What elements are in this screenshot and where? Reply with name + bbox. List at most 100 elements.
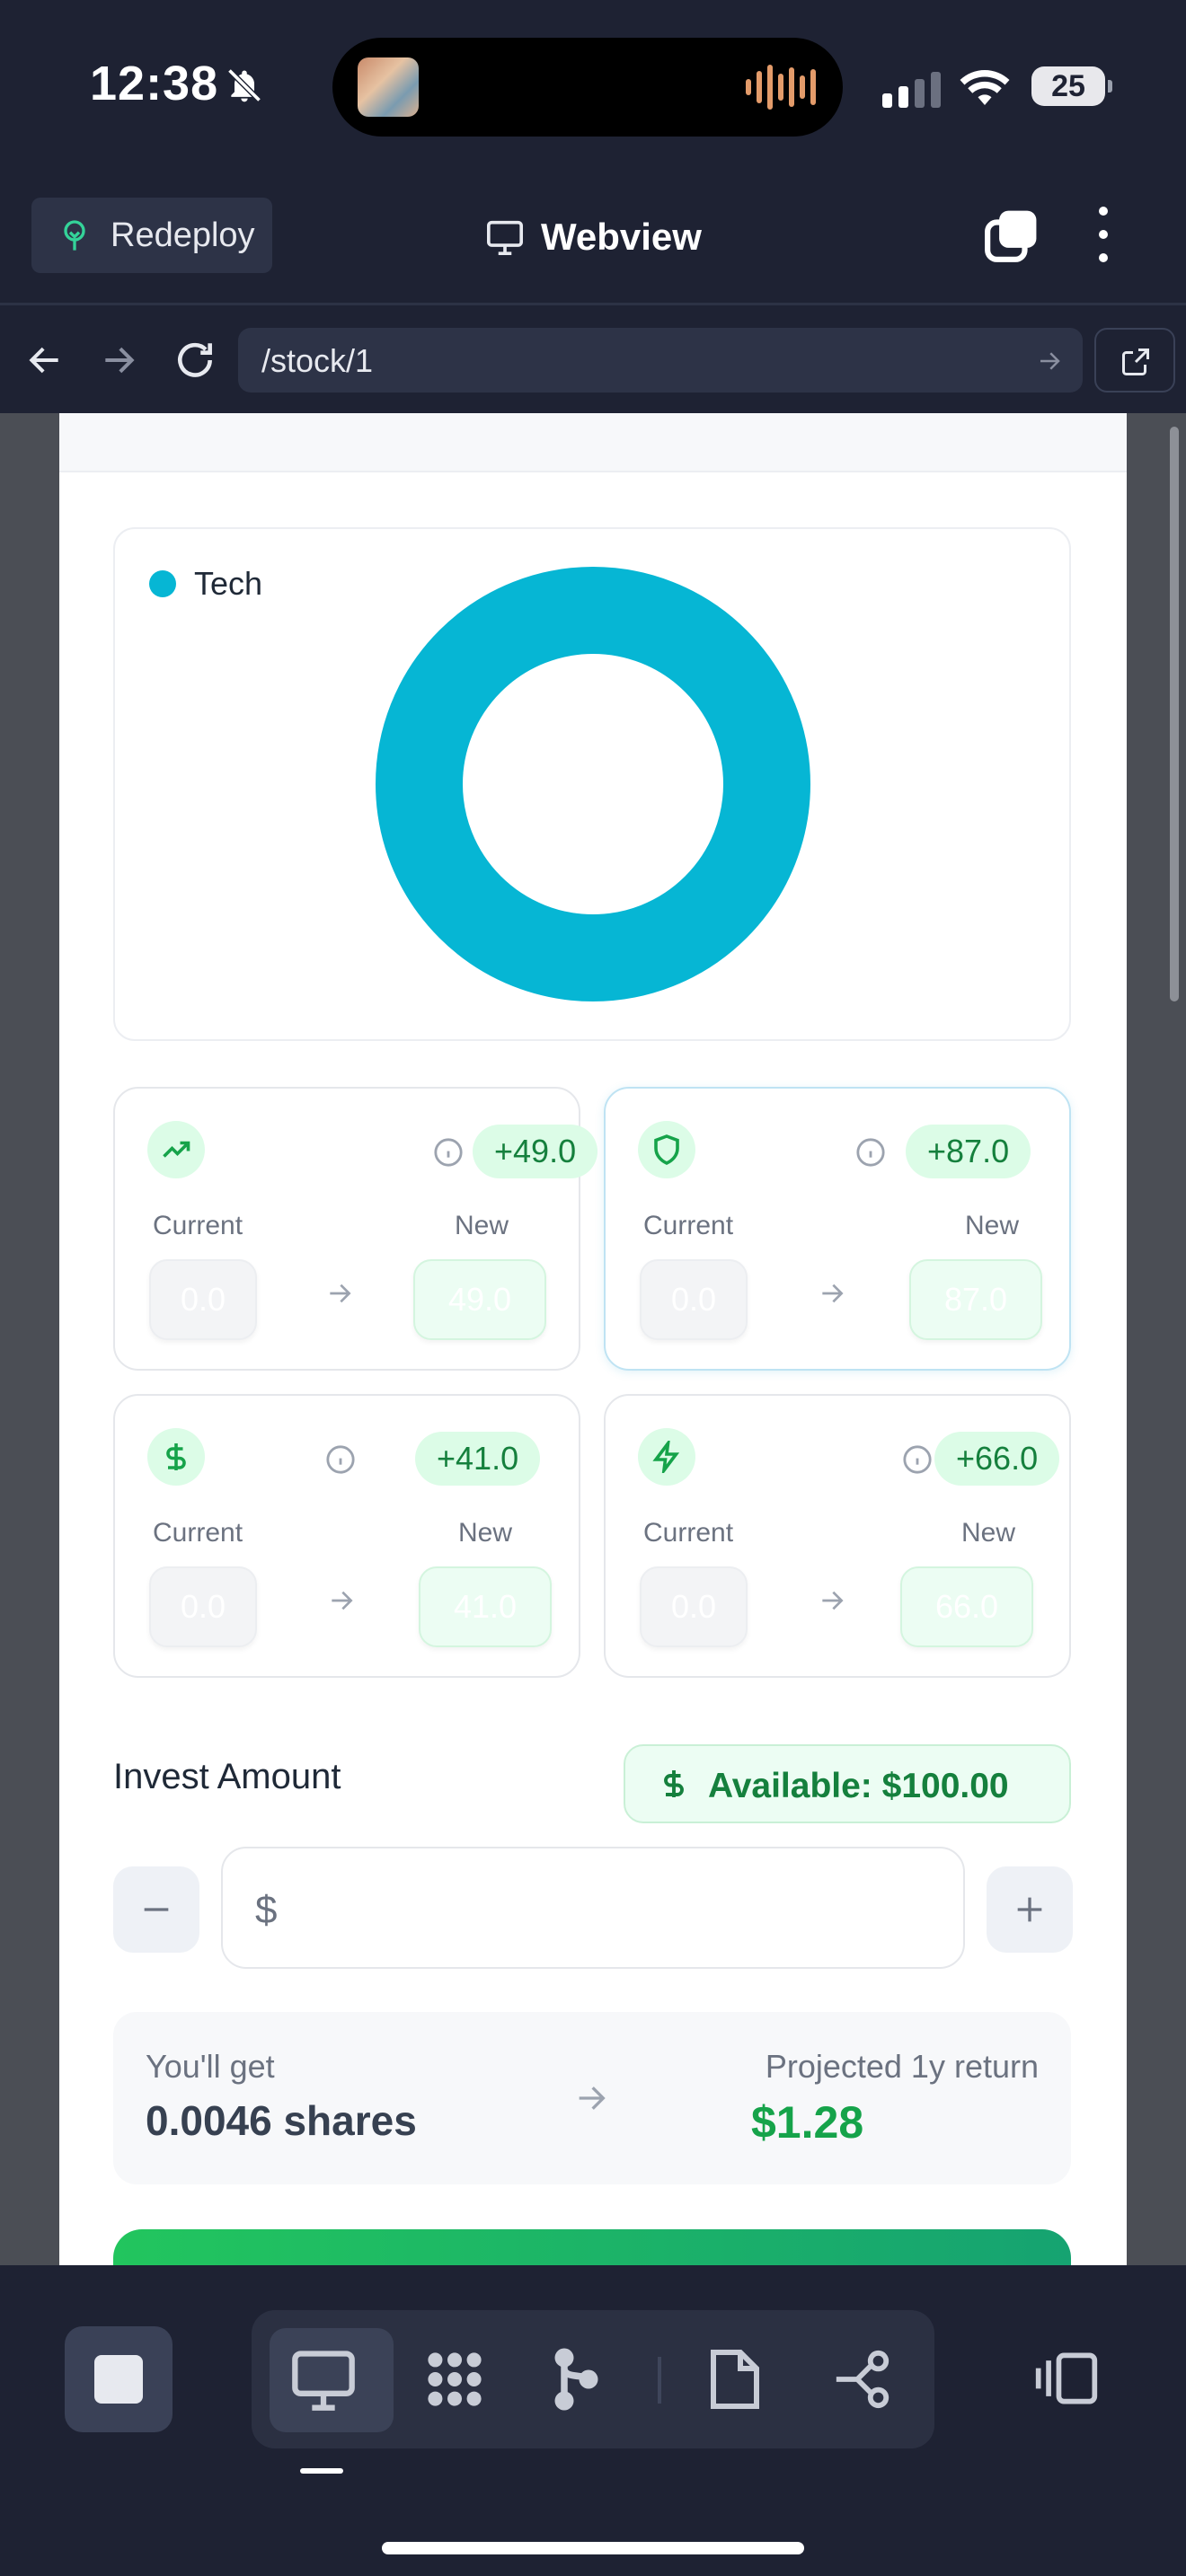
new-value: 66.0 <box>900 1566 1033 1647</box>
shield-icon <box>638 1121 695 1178</box>
donut-slice-tech[interactable] <box>376 567 810 1001</box>
current-value: 0.0 <box>640 1566 748 1647</box>
bottom-toolbar <box>0 2265 1186 2576</box>
flow-icon[interactable] <box>830 2348 895 2411</box>
webview-title-text: Webview <box>541 216 702 258</box>
increase-amount-button[interactable] <box>987 1866 1073 1953</box>
available-text: Available: $100.00 <box>708 1767 1009 1805</box>
document-icon[interactable] <box>708 2346 762 2413</box>
info-icon[interactable] <box>902 1444 933 1475</box>
view-switcher <box>252 2310 934 2448</box>
audio-wave-icon <box>746 65 816 110</box>
apps-grid-icon[interactable] <box>420 2346 489 2413</box>
stat-card-growth[interactable]: +49.0 Current New 0.0 49.0 <box>113 1087 598 1371</box>
stat-delta: +49.0 <box>473 1125 598 1178</box>
stop-icon <box>94 2355 143 2404</box>
current-value: 0.0 <box>149 1259 257 1340</box>
stop-button[interactable] <box>65 2326 173 2432</box>
status-time: 12:38 <box>90 57 219 110</box>
forward-arrow-icon[interactable] <box>99 335 138 385</box>
stat-delta: +66.0 <box>934 1432 1060 1486</box>
stat-delta: +41.0 <box>415 1432 541 1486</box>
current-label: Current <box>643 1211 734 1240</box>
scrollbar[interactable] <box>1170 427 1179 1001</box>
home-indicator <box>382 2542 804 2554</box>
battery-icon: 25 <box>1031 66 1112 106</box>
external-link-button[interactable] <box>1094 328 1175 393</box>
legend-swatch <box>149 570 176 597</box>
stat-card-value[interactable]: +41.0 Current New 0.0 41.0 <box>113 1394 580 1678</box>
go-arrow-icon[interactable] <box>1036 348 1063 375</box>
bell-slash-icon <box>227 68 261 102</box>
dynamic-island <box>332 38 843 137</box>
divider <box>658 2357 661 2404</box>
tabs-icon[interactable] <box>983 208 1039 264</box>
branch-icon[interactable] <box>548 2346 602 2413</box>
minus-icon <box>144 1908 169 1911</box>
more-vertical-icon[interactable] <box>1094 207 1112 262</box>
arrow-right-icon <box>822 1591 844 1610</box>
album-art <box>358 57 419 117</box>
info-icon[interactable] <box>433 1137 464 1168</box>
info-icon[interactable] <box>325 1444 356 1475</box>
signal-icon <box>882 72 941 108</box>
return-value: $1.28 <box>751 2097 864 2148</box>
return-label: Projected 1y return <box>765 2048 1039 2085</box>
reload-icon[interactable] <box>173 335 217 385</box>
back-arrow-icon[interactable] <box>25 335 65 385</box>
current-value: 0.0 <box>149 1566 257 1647</box>
arrow-right-icon <box>332 1591 353 1610</box>
stat-delta: +87.0 <box>906 1125 1031 1178</box>
monitor-icon[interactable] <box>289 2348 358 2411</box>
trending-up-icon <box>147 1121 205 1178</box>
current-label: Current <box>643 1518 734 1548</box>
new-label: New <box>965 1211 1020 1240</box>
shares-value: 0.0046 shares <box>146 2097 417 2144</box>
currency-symbol: $ <box>255 1888 278 1932</box>
current-label: Current <box>153 1211 243 1240</box>
redeploy-label: Redeploy <box>111 216 255 254</box>
url-input[interactable]: /stock/1 <box>238 328 1083 393</box>
arrow-right-icon <box>579 2086 606 2110</box>
confirm-invest-button[interactable] <box>113 2229 1071 2265</box>
dollar-icon <box>664 1770 684 1797</box>
stat-card-safety[interactable]: +87.0 Current New 0.0 87.0 <box>604 1087 1071 1371</box>
plus-icon <box>1017 1897 1042 1922</box>
donut-chart <box>376 567 810 1001</box>
webview-viewport: Tech +49.0 Current New 0.0 49.0 +87.0 Cu… <box>0 413 1186 2265</box>
amount-input[interactable]: $ <box>221 1847 965 1969</box>
current-label: Current <box>153 1518 243 1548</box>
new-label: New <box>455 1211 509 1240</box>
redeploy-button[interactable]: Redeploy <box>31 198 272 273</box>
modal-header-strip <box>59 413 1127 472</box>
projection-summary: You'll get 0.0046 shares Projected 1y re… <box>113 2012 1071 2184</box>
new-value: 49.0 <box>413 1259 546 1340</box>
new-label: New <box>458 1518 513 1548</box>
new-label: New <box>961 1518 1016 1548</box>
invest-amount-title: Invest Amount <box>113 1757 341 1796</box>
chart-legend: Tech <box>149 565 262 603</box>
wifi-icon <box>960 70 1010 105</box>
external-link-icon <box>1122 348 1149 375</box>
shares-label: You'll get <box>146 2048 275 2085</box>
info-icon[interactable] <box>855 1137 886 1168</box>
active-view-indicator <box>300 2468 343 2474</box>
tree-icon <box>64 220 85 251</box>
webview-title: Webview <box>485 216 702 259</box>
status-bar: 12:38 25 <box>0 0 1186 175</box>
panels-icon[interactable] <box>1033 2350 1100 2407</box>
stat-card-momentum[interactable]: +66.0 Current New 0.0 66.0 <box>604 1394 1071 1678</box>
arrow-right-icon <box>822 1284 844 1303</box>
url-bar: /stock/1 <box>0 308 1186 413</box>
current-value: 0.0 <box>640 1259 748 1340</box>
decrease-amount-button[interactable] <box>113 1866 199 1953</box>
sector-chart-card: Tech <box>113 527 1071 1041</box>
lightning-icon <box>638 1428 695 1486</box>
arrow-right-icon <box>330 1284 351 1303</box>
dollar-icon <box>147 1428 205 1486</box>
new-value: 41.0 <box>419 1566 552 1647</box>
monitor-icon <box>487 220 523 255</box>
available-balance-badge: Available: $100.00 <box>624 1744 1071 1823</box>
url-text: /stock/1 <box>261 342 374 379</box>
new-value: 87.0 <box>909 1259 1042 1340</box>
